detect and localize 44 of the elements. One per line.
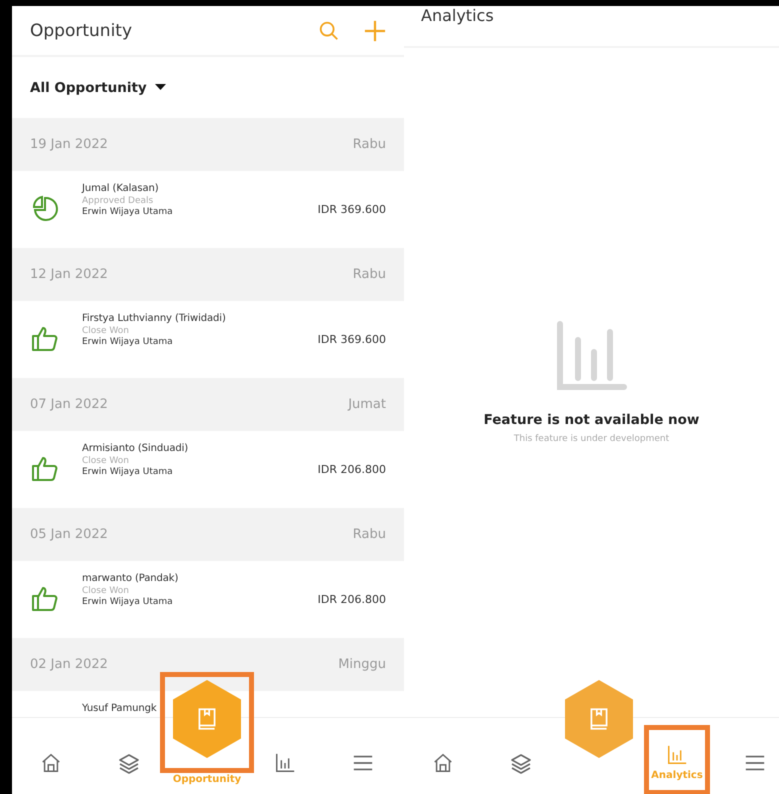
deal-amount: IDR 369.600 — [318, 333, 386, 346]
owner-name: Erwin Wijaya Utama — [82, 337, 174, 347]
empty-state-message: This feature is under development — [514, 434, 670, 444]
search-icon — [318, 20, 340, 42]
owner-name: Erwin Wijaya Utama — [82, 207, 174, 217]
day-label: Minggu — [338, 657, 386, 672]
day-label: Rabu — [352, 527, 386, 542]
bar-chart-icon — [274, 752, 296, 774]
date-label: 12 Jan 2022 — [30, 267, 108, 282]
home-icon — [40, 752, 62, 774]
customer-name: Jumal (Kalasan) — [82, 183, 160, 194]
owner-name: Erwin Wijaya Utama — [82, 467, 174, 477]
home-icon — [432, 752, 454, 774]
caret-icon — [154, 84, 166, 91]
screen-title: Opportunity — [30, 20, 134, 40]
plus-icon — [364, 20, 386, 42]
pie-chart-icon — [30, 193, 60, 223]
filter-dropdown[interactable]: All Opportunity — [30, 80, 166, 96]
customer-name: marwanto (Pandak) — [82, 573, 180, 584]
deal-status: Close Won — [82, 456, 130, 466]
nav-label: Opportunity — [172, 774, 242, 785]
deal-amount: IDR 206.800 — [318, 463, 386, 476]
bar-chart-icon — [556, 320, 628, 392]
empty-state-title: Feature is not available now — [484, 412, 700, 428]
deal-amount: IDR 206.800 — [318, 593, 386, 606]
day-label: Rabu — [352, 137, 386, 152]
bar-chart-icon — [666, 744, 688, 766]
day-label: Jumat — [348, 397, 386, 412]
date-label: 07 Jan 2022 — [30, 397, 108, 412]
deal-status: Approved Deals — [82, 196, 154, 206]
date-label: 02 Jan 2022 — [30, 657, 108, 672]
customer-name: Yusuf Pamungk — [82, 703, 158, 714]
date-label: 19 Jan 2022 — [30, 137, 108, 152]
day-label: Rabu — [352, 267, 386, 282]
customer-name: Armisianto (Sinduadi) — [82, 443, 190, 454]
date-label: 05 Jan 2022 — [30, 527, 108, 542]
owner-name: Erwin Wijaya Utama — [82, 597, 174, 607]
deal-status: Close Won — [82, 586, 130, 596]
layers-icon — [117, 752, 141, 776]
screen-title: Analytics — [421, 6, 494, 25]
deal-amount: IDR 369.600 — [318, 203, 386, 216]
layers-icon — [509, 752, 533, 776]
deal-status: Close Won — [82, 326, 130, 336]
customer-name: Firstya Luthvianny (Triwidadi) — [82, 313, 227, 324]
